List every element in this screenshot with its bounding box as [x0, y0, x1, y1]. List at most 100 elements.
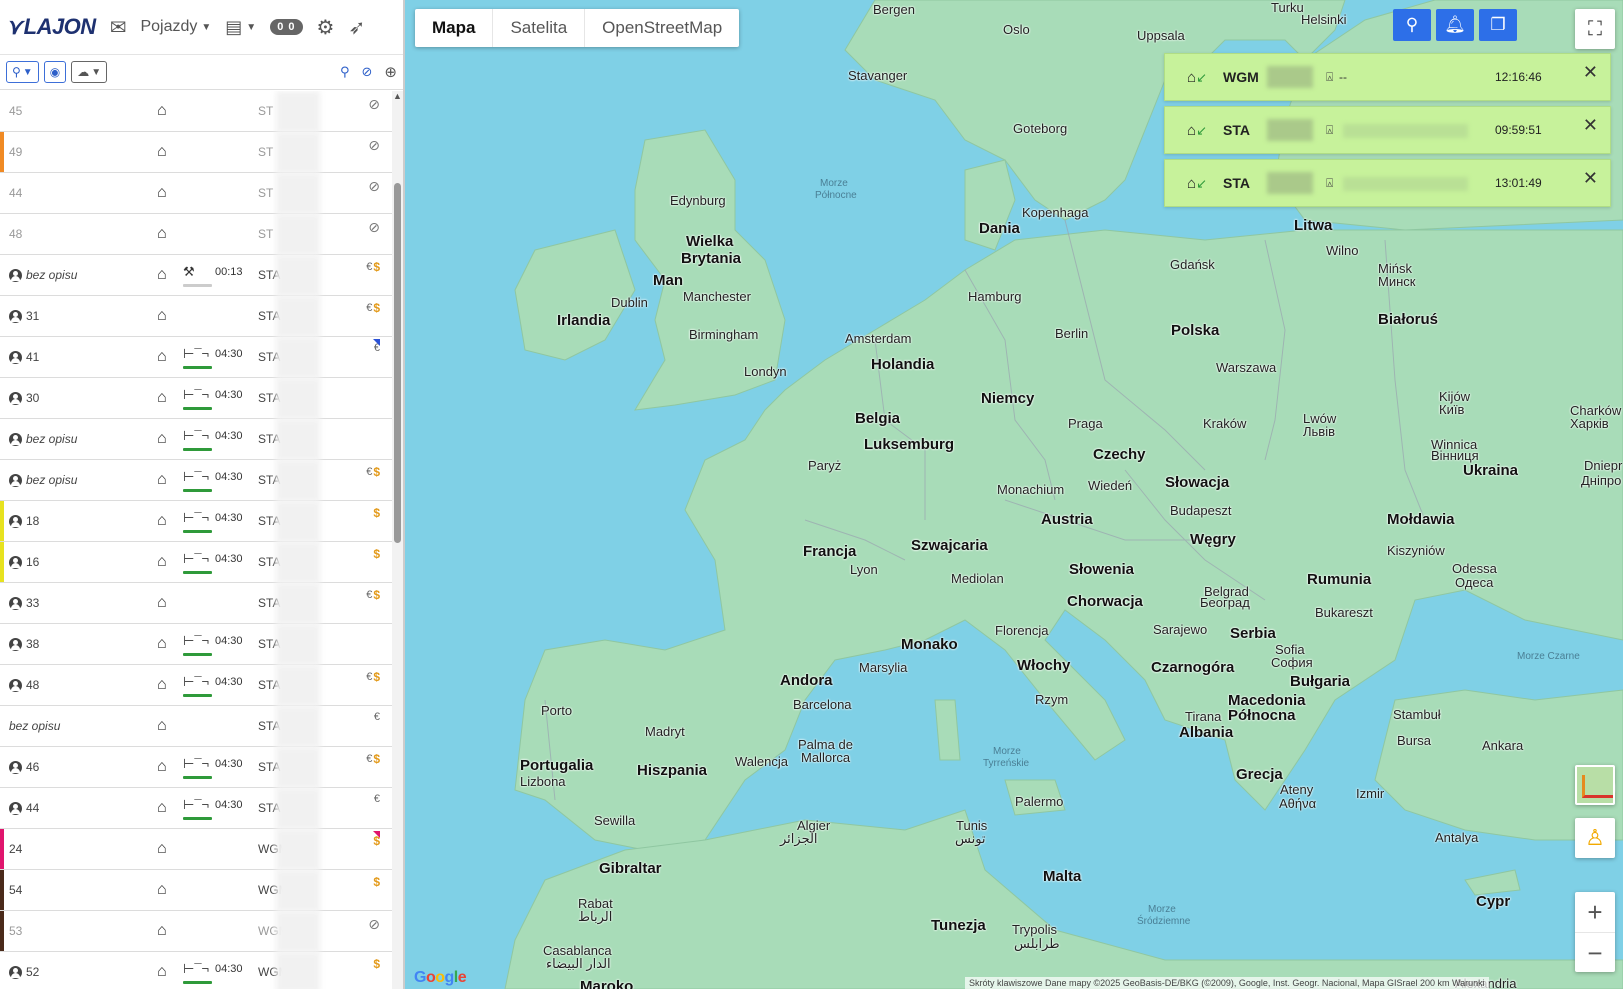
cloud-filter-button[interactable]: ☁ ▼: [71, 61, 108, 83]
home-icon: ⌂: [157, 266, 167, 283]
notification-vehicle-code: STA: [1223, 175, 1250, 191]
vehicle-row[interactable]: 52 ⌂ ⊢¯¬ 04:30 WGM $: [0, 952, 392, 989]
rocket-icon[interactable]: ➶: [348, 15, 365, 40]
vehicle-notification[interactable]: ⌂↙ STA ⍓ 09:59:51 ✕: [1164, 106, 1611, 154]
zoom-out-button[interactable]: −: [1575, 933, 1615, 973]
vehicle-row[interactable]: 18 ⌂ ⊢¯¬ 04:30 STA $: [0, 501, 392, 542]
home-icon: ⌂: [157, 881, 167, 898]
home-icon: ⌂: [157, 512, 167, 529]
map-view[interactable]: Bergen Oslo Stavanger Uppsala Turku Helsinki G…: [405, 0, 1623, 989]
map-place-label: Florencja: [995, 623, 1049, 638]
vehicle-description: bez opisu: [9, 473, 149, 487]
close-icon[interactable]: ✕: [1583, 62, 1598, 83]
close-icon[interactable]: ✕: [1583, 115, 1598, 136]
driver-status: ⊢¯¬ 04:30: [183, 469, 243, 494]
status-progress-bar: [183, 530, 212, 533]
vehicle-row[interactable]: 33 ⌂ STA € $: [0, 583, 392, 624]
map-place-label: Dniepr: [1584, 458, 1623, 473]
rest-bed-icon: ⊢¯¬: [183, 510, 210, 525]
map-type-mapa[interactable]: Mapa: [415, 9, 494, 47]
vehicle-list-scrollbar[interactable]: ▲: [392, 91, 403, 989]
vehicle-row[interactable]: 31 ⌂ STA € $: [0, 296, 392, 337]
fullscreen-button[interactable]: ⛶: [1575, 9, 1615, 49]
lajon-logo[interactable]: ⋎ LAJON: [6, 14, 96, 40]
map-place-label: Bergen: [873, 2, 915, 17]
vehicle-notification[interactable]: ⌂↙ STA ⍓ 13:01:49 ✕: [1164, 159, 1611, 207]
list-view-dropdown[interactable]: ▤ ▼: [225, 17, 256, 38]
vehicle-description: bez opisu: [9, 719, 149, 733]
vehicle-flags: ⊘: [368, 96, 380, 113]
rest-bed-icon: ⊢¯¬: [183, 797, 210, 812]
vehicle-description-text: 38: [26, 637, 40, 651]
driver-status: ⊢¯¬ 04:30: [183, 756, 243, 781]
map-place-label: Barcelona: [793, 697, 852, 712]
vehicle-row[interactable]: 24 ⌂ WGM $: [0, 829, 392, 870]
vehicle-description-text: 49: [9, 145, 23, 159]
vehicle-row[interactable]: 54 ⌂ WGM $: [0, 870, 392, 911]
vehicle-description-text: 48: [9, 227, 23, 241]
map-layer-thumbnail[interactable]: [1575, 765, 1615, 805]
search-filter-button[interactable]: ⚲ ▼: [6, 61, 39, 83]
home-icon: ⌂: [157, 922, 167, 939]
map-type-satelita[interactable]: Satelita: [493, 9, 586, 47]
driver-status: ⊢¯¬ 04:30: [183, 961, 243, 986]
add-icon[interactable]: ⊕: [384, 63, 397, 81]
driver-status: ⊢¯¬ 04:30: [183, 510, 243, 535]
map-place-label: الجزائر: [780, 831, 818, 846]
map-place-label: Hiszpania: [637, 762, 708, 779]
home-icon: ⌂: [157, 143, 167, 160]
vehicle-row[interactable]: 49 ⌂ ST ⊘: [0, 132, 392, 173]
vehicle-row[interactable]: bez opisu ⌂ STA €: [0, 706, 392, 747]
euro-icon: €: [366, 466, 373, 478]
gear-icon[interactable]: ⚙: [317, 15, 335, 40]
vehicle-row[interactable]: bez opisu ⌂ ⊢¯¬ 04:30 STA: [0, 419, 392, 460]
ban-icon[interactable]: ⊘: [362, 64, 373, 80]
vehicle-row[interactable]: 46 ⌂ ⊢¯¬ 04:30 STA € $: [0, 747, 392, 788]
map-sea-label: Tyrreńskie: [983, 758, 1030, 769]
close-icon[interactable]: ✕: [1583, 168, 1598, 189]
redacted-driver: [1343, 177, 1468, 191]
vehicle-row[interactable]: 16 ⌂ ⊢¯¬ 04:30 STA $: [0, 542, 392, 583]
map-search-button[interactable]: ⚲: [1393, 9, 1431, 41]
vehicle-row[interactable]: 48 ⌂ ⊢¯¬ 04:30 STA € $: [0, 665, 392, 706]
vehicle-flags: € $: [366, 465, 380, 479]
status-progress-bar: [183, 653, 212, 656]
scroll-up-icon[interactable]: ▲: [393, 91, 402, 101]
map-place-label: Niemcy: [981, 390, 1035, 407]
zoom-in-button[interactable]: +: [1575, 892, 1615, 932]
vehicle-row[interactable]: 41 ⌂ ⊢¯¬ 04:30 STA €: [0, 337, 392, 378]
copy-icon: ❐: [1490, 15, 1506, 34]
map-type-openstreetmap[interactable]: OpenStreetMap: [585, 9, 739, 47]
driver-icon: [9, 391, 22, 405]
map-place-label: Grecja: [1236, 766, 1283, 783]
map-pin-icon[interactable]: ⚲: [340, 64, 350, 80]
driver-status: ⊢¯¬ 04:30: [183, 551, 243, 576]
map-copy-button[interactable]: ❐: [1479, 9, 1517, 41]
counter-badge[interactable]: 0 0: [270, 19, 303, 35]
mail-icon[interactable]: ✉: [110, 15, 127, 40]
vehicle-notification[interactable]: ⌂↙ WGM ⍓ -- 12:16:46 ✕: [1164, 53, 1611, 101]
scrollbar-thumb[interactable]: [394, 183, 401, 543]
vehicle-row[interactable]: 44 ⌂ ST ⊘: [0, 173, 392, 214]
map-sea-label: Morze: [820, 178, 848, 189]
map-place-label: Monako: [901, 636, 958, 653]
vehicle-row[interactable]: 53 ⌂ WGM ⊘: [0, 911, 392, 952]
vehicle-description-text: 54: [9, 883, 23, 897]
vehicle-row[interactable]: 44 ⌂ ⊢¯¬ 04:30 STA €: [0, 788, 392, 829]
vehicle-row[interactable]: 30 ⌂ ⊢¯¬ 04:30 STA: [0, 378, 392, 419]
vehicles-dropdown[interactable]: Pojazdy ▼: [140, 18, 211, 36]
map-place-label: Bukareszt: [1315, 605, 1373, 620]
vehicle-row[interactable]: 48 ⌂ ST ⊘: [0, 214, 392, 255]
map-sea-label: Morze: [993, 746, 1021, 757]
vehicle-row[interactable]: bez opisu ⌂ ⚒ 00:13 STA € $: [0, 255, 392, 296]
vehicle-row[interactable]: bez opisu ⌂ ⊢¯¬ 04:30 STA € $: [0, 460, 392, 501]
vehicle-description-text: 33: [26, 596, 40, 610]
map-attribution[interactable]: Skróty klawiszowe Dane mapy ©2025 GeoBas…: [965, 977, 1489, 989]
vehicle-row[interactable]: 38 ⌂ ⊢¯¬ 04:30 STA: [0, 624, 392, 665]
driver-filter-button[interactable]: ◉: [43, 61, 67, 83]
vehicle-row[interactable]: 45 ⌂ ST ⊘: [0, 91, 392, 132]
street-view-pegman-icon[interactable]: ♙: [1575, 818, 1615, 858]
map-place-label: Београд: [1200, 595, 1250, 610]
map-notifications-button[interactable]: 🔔︎: [1436, 9, 1474, 41]
vehicle-flags: $: [373, 875, 380, 889]
